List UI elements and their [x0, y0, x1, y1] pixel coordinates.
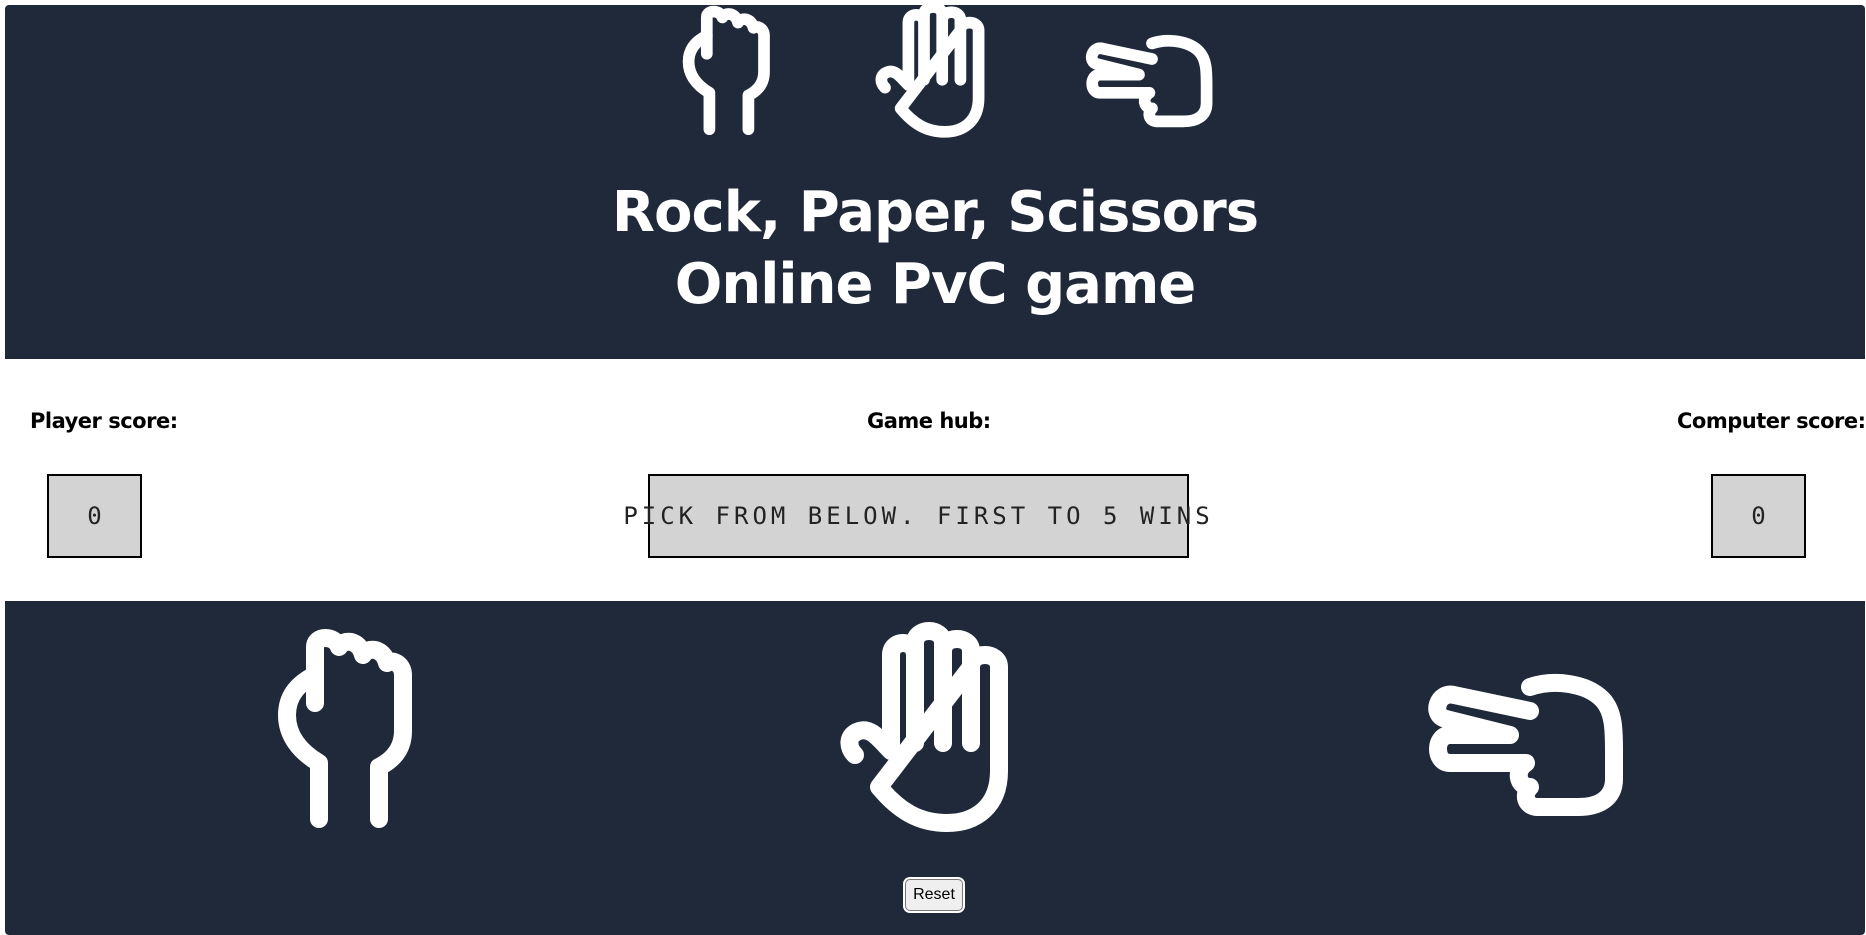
player-score-label: Player score: — [30, 409, 178, 433]
rock-choice-button[interactable] — [243, 629, 443, 831]
player-score-display: 0 — [47, 474, 142, 558]
reset-button[interactable]: Reset — [905, 879, 963, 911]
computer-score-display: 0 — [1711, 474, 1806, 558]
choice-panel: Reset — [5, 601, 1865, 935]
rock-fist-icon — [655, 5, 795, 137]
title-line-1: Rock, Paper, Scissors — [611, 180, 1259, 245]
game-frame: Rock, Paper, Scissors Online PvC game Pl… — [5, 5, 1865, 935]
paper-hand-icon — [840, 622, 1008, 832]
scissors-hand-icon — [1082, 7, 1222, 137]
scissors-hand-icon — [1428, 674, 1623, 816]
page-title: Rock, Paper, Scissors Online PvC game — [5, 177, 1865, 321]
rock-fist-icon — [278, 629, 412, 828]
title-line-2: Online PvC game — [674, 252, 1197, 317]
paper-choice-button[interactable] — [835, 622, 1035, 832]
paper-hand-icon — [867, 5, 1007, 138]
game-hub-label: Game hub: — [867, 409, 991, 433]
computer-score-label: Computer score: — [1677, 409, 1865, 433]
scissors-choice-button[interactable] — [1428, 631, 1630, 831]
score-panel: Player score: 0 Game hub: PICK FROM BELO… — [5, 359, 1865, 601]
header: Rock, Paper, Scissors Online PvC game — [5, 5, 1865, 359]
game-hub-display: PICK FROM BELOW. FIRST TO 5 WINS — [623, 474, 1210, 558]
